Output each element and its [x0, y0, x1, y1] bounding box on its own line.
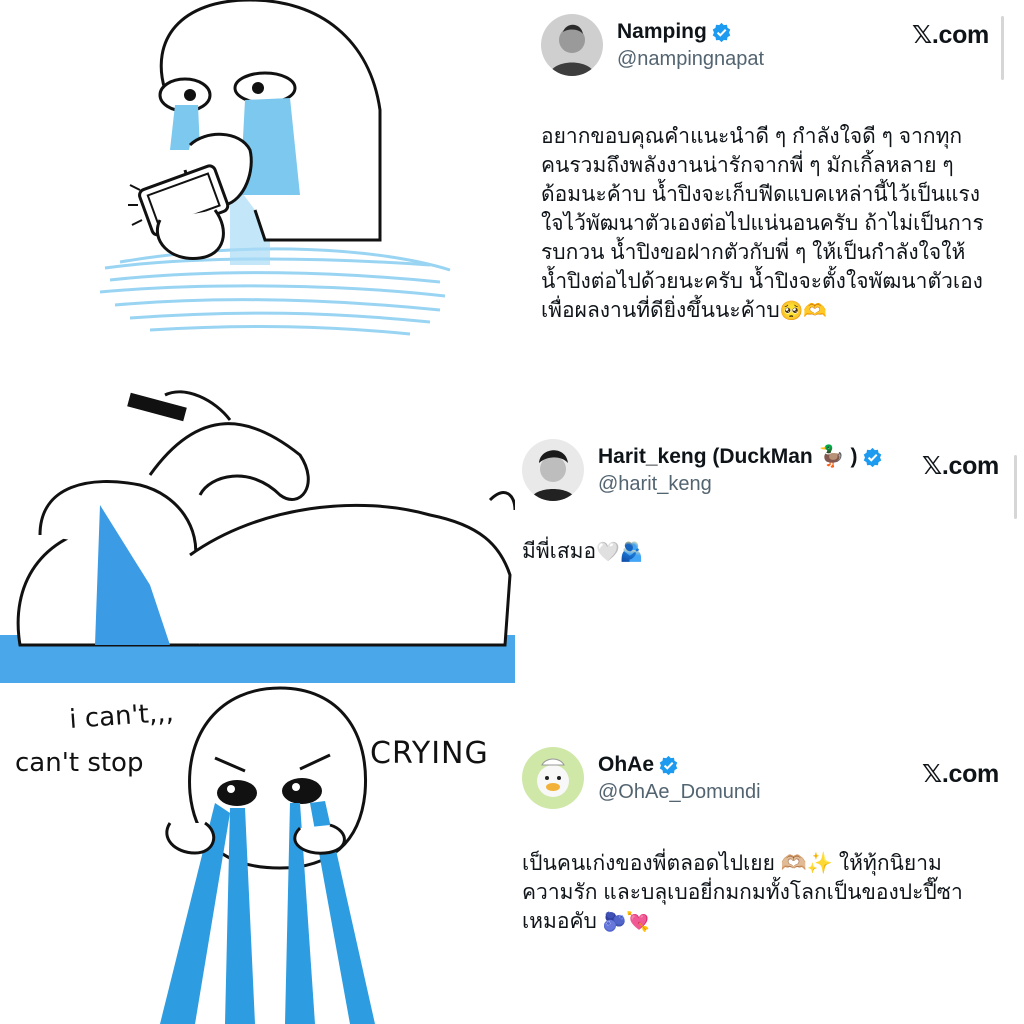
tweet-text: อยากขอบคุณคำแนะนำดี ๆ กำลังใจดี ๆ จากทุก…: [541, 125, 984, 322]
caption-line-2: can't stop: [15, 748, 143, 778]
scrollbar[interactable]: [1014, 455, 1017, 519]
lying-crying-drawing: [0, 390, 515, 683]
scrollbar[interactable]: [1001, 16, 1004, 80]
user-handle[interactable]: @nampingnapat: [617, 48, 764, 71]
avatar[interactable]: [522, 439, 584, 501]
meme-panel-1: Namping @nampingnapat 𝕏.com อยากขอบคุณคำ…: [0, 0, 1024, 345]
emoji-text: 🤍🫂: [596, 541, 644, 563]
x-logo-site[interactable]: 𝕏.com: [912, 20, 989, 50]
avatar[interactable]: [522, 747, 584, 809]
emoji-text: 🥺🫶: [779, 300, 828, 322]
caption-line-3: CRYING: [370, 736, 489, 771]
user-handle[interactable]: @OhAe_Domundi: [598, 781, 761, 804]
user-handle[interactable]: @harit_keng: [598, 473, 712, 496]
cant-stop-crying-drawing: i can't,,, can't stop CRYING: [15, 686, 489, 1024]
x-logo-site[interactable]: 𝕏.com: [922, 451, 999, 481]
duck-avatar-icon: [522, 747, 584, 809]
x-logo-site[interactable]: 𝕏.com: [922, 759, 999, 789]
tweet-text: มีพี่เสมอ🤍🫂: [522, 540, 644, 563]
avatar[interactable]: [541, 14, 603, 76]
verified-badge-icon: [863, 447, 881, 467]
emoji-text: 🫐💘: [602, 911, 651, 933]
meme-panel-2: Harit_keng (DuckMan 🦆 ) @harit_keng 𝕏.co…: [0, 345, 1024, 683]
tweet-card-namping: Namping @nampingnapat 𝕏.com อยากขอบคุณคำ…: [541, 14, 1001, 326]
display-name[interactable]: Harit_keng (DuckMan 🦆 ): [598, 445, 883, 469]
verified-badge-icon: [659, 755, 678, 775]
display-name[interactable]: OhAe: [598, 753, 679, 777]
caption-line-1: i can't,,,: [68, 698, 174, 735]
tweet-text: เป็นคนเก่งของพี่ตลอดไปเยย 🫶🏼✨ ให้ทุ้กนิย…: [522, 852, 963, 933]
meme-panel-3: i can't,,, can't stop CRYING OhAe @OhAe_…: [0, 683, 1024, 1024]
display-name[interactable]: Namping: [617, 20, 732, 44]
tweet-card-ohae: OhAe @OhAe_Domundi 𝕏.com เป็นคนเก่งของพี…: [522, 747, 1002, 937]
person-avatar-icon: [522, 439, 584, 501]
person-avatar-icon: [541, 14, 603, 76]
crying-phone-drawing: [99, 0, 451, 336]
tweet-card-harit: Harit_keng (DuckMan 🦆 ) @harit_keng 𝕏.co…: [522, 439, 1002, 567]
verified-badge-icon: [712, 22, 731, 42]
